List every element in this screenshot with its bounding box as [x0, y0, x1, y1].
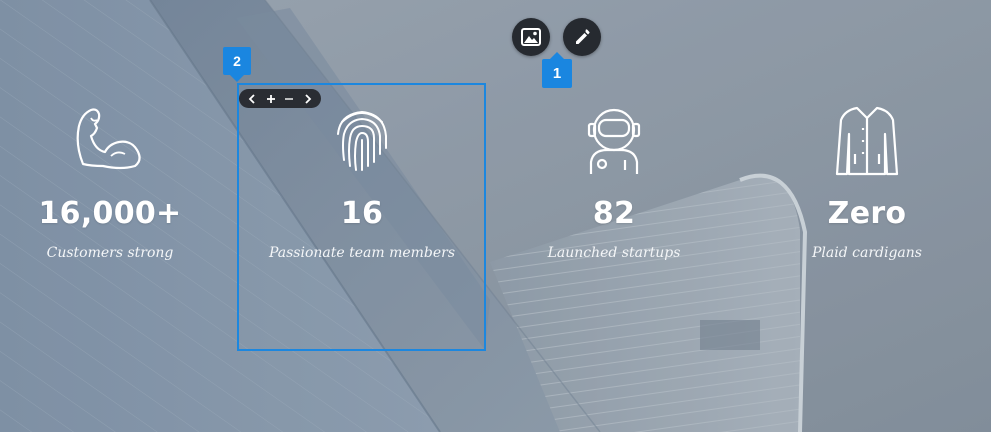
- stat-value: 16: [340, 196, 384, 231]
- image-icon: [521, 28, 541, 46]
- chevron-left-icon[interactable]: [244, 91, 260, 107]
- block-badge-2[interactable]: 2: [223, 47, 251, 75]
- stat-label: Plaid cardigans: [812, 245, 922, 261]
- stat-item: 16 Passionate team members: [262, 104, 462, 262]
- stat-label: Customers strong: [46, 245, 174, 261]
- edit-button[interactable]: [563, 18, 601, 56]
- stat-value: Zero: [827, 196, 907, 231]
- flexed-arm-icon: [10, 104, 210, 178]
- cardigan-icon: [767, 104, 967, 178]
- block-badge-1[interactable]: 1: [542, 59, 572, 88]
- image-button[interactable]: [512, 18, 550, 56]
- stat-label: Passionate team members: [268, 245, 456, 261]
- stat-item: Zero Plaid cardigans: [767, 104, 967, 262]
- astronaut-icon: [514, 104, 714, 178]
- stat-item: 82 Launched startups: [514, 104, 714, 262]
- stat-value: 16,000+: [38, 196, 182, 231]
- stat-label: Launched startups: [547, 245, 681, 261]
- fingerprint-icon: [262, 104, 462, 178]
- stat-item: 16,000+ Customers strong: [10, 104, 210, 262]
- stat-value: 82: [592, 196, 636, 231]
- pencil-icon: [573, 28, 591, 46]
